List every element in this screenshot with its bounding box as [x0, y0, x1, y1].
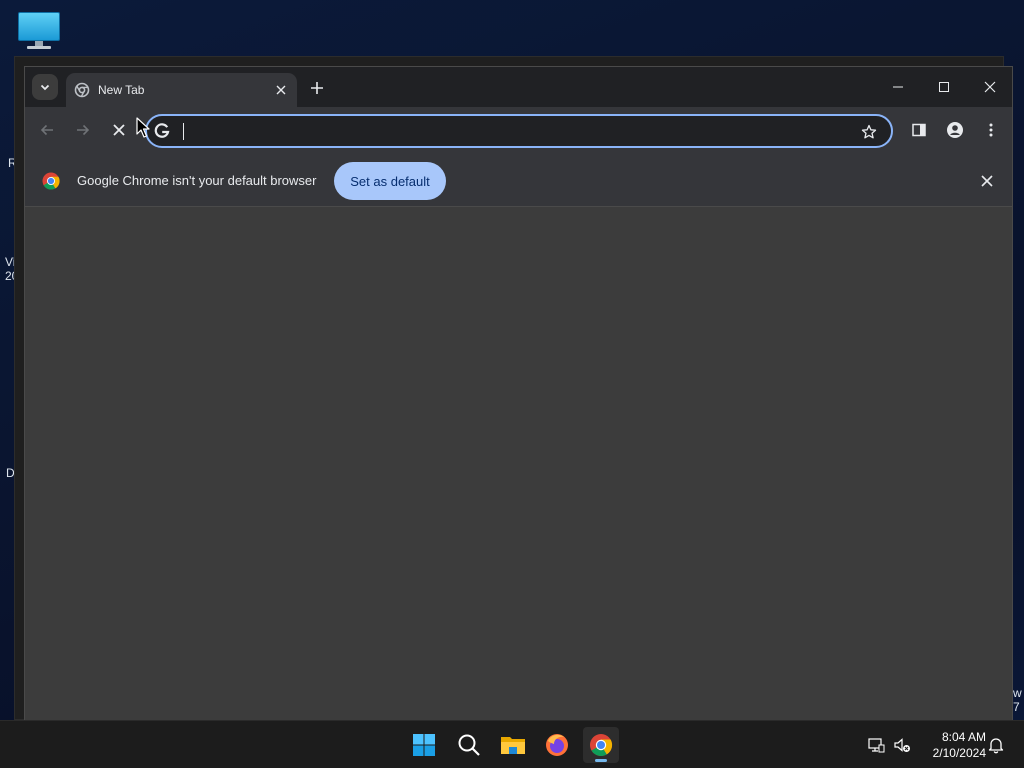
title-bar[interactable]: New Tab [25, 67, 1012, 107]
volume-tray-button[interactable] [890, 733, 914, 757]
minimize-button[interactable] [875, 67, 921, 107]
chrome-icon [590, 734, 613, 757]
address-input[interactable] [181, 122, 821, 140]
google-g-icon [154, 123, 170, 138]
forward-button[interactable] [71, 118, 95, 142]
close-icon [113, 124, 125, 136]
set-as-default-button[interactable]: Set as default [334, 162, 446, 200]
menu-button[interactable] [979, 118, 1003, 142]
network-tray-button[interactable] [864, 733, 888, 757]
infobar-message: Google Chrome isn't your default browser [77, 173, 317, 188]
desktop-edge-text: w [1013, 686, 1022, 700]
arrow-left-icon [40, 124, 53, 136]
side-panel-button[interactable] [907, 118, 931, 142]
mouse-cursor-icon [136, 117, 150, 138]
maximize-icon [939, 82, 949, 92]
network-icon [868, 738, 885, 753]
file-explorer-button[interactable] [495, 727, 531, 763]
chrome-taskbar-button[interactable] [583, 727, 619, 763]
close-window-button[interactable] [967, 67, 1013, 107]
maximize-button[interactable] [921, 67, 967, 107]
close-icon [984, 81, 996, 93]
close-icon [276, 85, 286, 95]
arrow-right-icon [77, 124, 90, 136]
toolbar [25, 107, 1012, 153]
speaker-muted-icon [894, 738, 910, 752]
taskbar-clock[interactable]: 8:04 AM 2/10/2024 [920, 729, 986, 761]
chevron-down-icon [40, 84, 50, 91]
clock-time: 8:04 AM [941, 730, 986, 744]
profile-avatar-icon [947, 122, 963, 138]
this-pc-desktop-icon[interactable] [17, 10, 61, 50]
plus-icon [311, 82, 323, 94]
taskbar-search-button[interactable] [451, 727, 487, 763]
chrome-tab-favicon-icon [74, 82, 90, 98]
close-icon [981, 175, 993, 187]
start-button[interactable] [406, 727, 442, 763]
star-icon [861, 124, 877, 139]
address-bar[interactable] [145, 114, 893, 148]
default-browser-infobar: Google Chrome isn't your default browser… [25, 153, 1012, 207]
new-tab-button[interactable] [305, 76, 329, 100]
tab-search-button[interactable] [32, 74, 58, 100]
search-icon [458, 734, 480, 756]
text-caret [183, 123, 184, 140]
clock-date: 2/10/2024 [932, 746, 986, 760]
windows-start-icon [413, 734, 435, 756]
firefox-icon [546, 734, 568, 756]
notifications-button[interactable] [984, 733, 1008, 757]
chrome-logo-icon [42, 172, 60, 190]
folder-icon [501, 737, 525, 754]
side-panel-icon [912, 123, 926, 137]
infobar-close-button[interactable] [977, 171, 997, 191]
firefox-button[interactable] [539, 727, 575, 763]
tab-title: New Tab [98, 83, 145, 97]
more-vert-icon [989, 123, 993, 137]
stop-loading-button[interactable] [107, 118, 131, 142]
profile-button[interactable] [943, 118, 967, 142]
active-app-indicator [595, 759, 607, 762]
taskbar: 8:04 AM 2/10/2024 [0, 720, 1024, 768]
minimize-icon [893, 86, 903, 88]
page-content[interactable] [25, 208, 1012, 721]
desktop-edge-text: 7 [1013, 700, 1020, 714]
bookmark-star-button[interactable] [859, 122, 879, 142]
bell-icon [988, 738, 1004, 754]
back-button[interactable] [35, 118, 59, 142]
browser-window: New Tab Google Chrome isn't your default… [24, 66, 1013, 721]
tab-close-button[interactable] [272, 81, 290, 99]
tab-new-tab[interactable]: New Tab [66, 73, 297, 107]
